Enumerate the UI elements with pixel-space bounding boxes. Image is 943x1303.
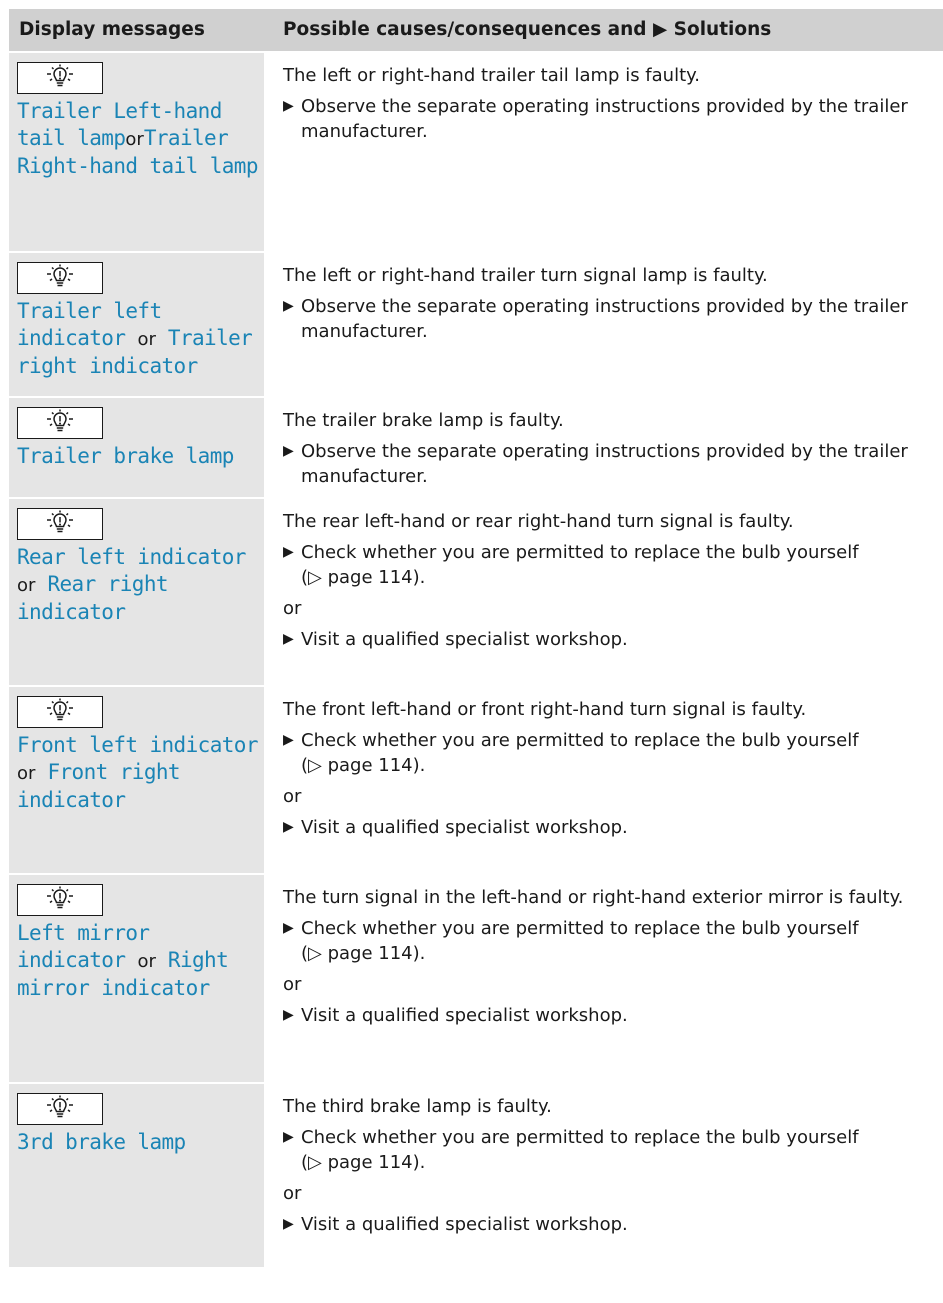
page-reference-link[interactable]: (▷ page 114). (301, 943, 425, 964)
solution-cell: The rear left-hand or rear right-hand tu… (264, 499, 943, 685)
solution-step: ▶ Visit a qualified specialist workshop. (283, 1212, 921, 1237)
solution-cell: The trailer brake lamp is faulty. ▶ Obser… (264, 398, 943, 497)
step-arrow-icon: ▶ (283, 920, 294, 936)
cause-text: The trailer brake lamp is faulty. (283, 410, 564, 431)
or-separator: or (17, 574, 36, 596)
display-message-cell: Trailer brake lamp (9, 398, 264, 497)
solution-step: ▶ Visit a qualified specialist workshop. (283, 815, 921, 840)
table-row: Trailer Left-hand tail lamporTrailer Rig… (9, 53, 943, 253)
table-header: Display messages Possible causes/consequ… (9, 9, 943, 53)
display-message: Trailer brake lamp (17, 443, 258, 470)
step-text: Check whether you are permitted to repla… (301, 918, 859, 939)
step-arrow-icon: ▶ (283, 1129, 294, 1145)
display-message: Front left indicator or Front right indi… (17, 732, 258, 814)
bulb-warning-icon (17, 262, 103, 294)
cause-text: The front left-hand or front right-hand … (283, 699, 807, 720)
or-text: or (283, 786, 302, 807)
step-arrow-icon: ▶ (283, 1007, 294, 1023)
header-display-messages: Display messages (19, 19, 205, 40)
solution-step: ▶ Visit a qualified specialist workshop. (283, 1003, 921, 1028)
bulb-warning-icon (17, 696, 103, 728)
display-message-cell: Trailer left indicator or Trailer right … (9, 253, 264, 396)
display-message-cell: Rear left indicator or Rear right indica… (9, 499, 264, 685)
solution-step: ▶ Check whether you are permitted to repl… (283, 916, 921, 966)
display-message: Trailer left indicator or Trailer right … (17, 298, 258, 380)
cause-text: The rear left-hand or rear right-hand tu… (283, 511, 794, 532)
message-rear-left-indicator: Rear left indicator (17, 545, 246, 569)
solution-step: ▶ Observe the separate operating instruct… (283, 94, 921, 144)
cause-text: The left or right-hand trailer tail lamp… (283, 65, 700, 86)
step-arrow-icon: ▶ (283, 298, 294, 314)
bulb-warning-icon (17, 62, 103, 94)
message-rear-right-indicator: Rear right indicator (17, 571, 169, 625)
or-separator: or (137, 328, 156, 350)
page-reference-link[interactable]: (▷ page 114). (301, 1152, 425, 1173)
display-message: Rear left indicator or Rear right indica… (17, 544, 258, 626)
display-messages-table: Display messages Possible causes/consequ… (9, 9, 943, 1269)
step-text: Visit a qualified specialist workshop. (301, 1214, 628, 1235)
bulb-warning-icon (17, 407, 103, 439)
or-text: or (283, 598, 302, 619)
step-arrow-icon: ▶ (283, 819, 294, 835)
solution-cell: The front left-hand or front right-hand … (264, 687, 943, 873)
solution-cell: The turn signal in the left-hand or righ… (264, 875, 943, 1082)
table-row: Front left indicator or Front right indi… (9, 687, 943, 875)
table-row: 3rd brake lamp The third brake lamp is f… (9, 1084, 943, 1269)
step-text: Observe the separate operating instructi… (301, 296, 908, 342)
display-message: 3rd brake lamp (17, 1129, 258, 1156)
cause-text: The turn signal in the left-hand or righ… (283, 887, 904, 908)
display-message: Left mirror indicator or Right mirror in… (17, 920, 258, 1002)
solution-step: ▶ Check whether you are permitted to repl… (283, 1125, 921, 1175)
or-separator: or (125, 128, 144, 150)
step-text: Visit a qualified specialist workshop. (301, 817, 628, 838)
solution-step: ▶ Observe the separate operating instruct… (283, 294, 921, 344)
table-row: Trailer brake lamp The trailer brake lam… (9, 398, 943, 499)
table-row: Rear left indicator or Rear right indica… (9, 499, 943, 687)
table-row: Trailer left indicator or Trailer right … (9, 253, 943, 398)
step-text: Visit a qualified specialist workshop. (301, 629, 628, 650)
solution-cell: The third brake lamp is faulty. ▶ Check w… (264, 1084, 943, 1267)
step-text: Observe the separate operating instructi… (301, 441, 908, 487)
step-arrow-icon: ▶ (283, 1216, 294, 1232)
step-text: Check whether you are permitted to repla… (301, 1127, 859, 1148)
display-message-cell: Trailer Left-hand tail lamporTrailer Rig… (9, 53, 264, 251)
display-message-cell: 3rd brake lamp (9, 1084, 264, 1267)
header-causes-solutions: Possible causes/consequences and ▶ Solut… (283, 19, 772, 40)
solution-cell: The left or right-hand trailer tail lamp… (264, 53, 943, 251)
table-row: Left mirror indicator or Right mirror in… (9, 875, 943, 1084)
or-separator: or (17, 762, 36, 784)
display-message: Trailer Left-hand tail lamporTrailer Rig… (17, 98, 258, 180)
step-arrow-icon: ▶ (283, 443, 294, 459)
display-message-cell: Left mirror indicator or Right mirror in… (9, 875, 264, 1082)
step-arrow-icon: ▶ (283, 98, 294, 114)
step-text: Check whether you are permitted to repla… (301, 730, 859, 751)
bulb-warning-icon (17, 508, 103, 540)
solution-step: ▶ Visit a qualified specialist workshop. (283, 627, 921, 652)
message-third-brake-lamp: 3rd brake lamp (17, 1130, 186, 1154)
step-text: Visit a qualified specialist workshop. (301, 1005, 628, 1026)
page-reference-link[interactable]: (▷ page 114). (301, 755, 425, 776)
solution-step: ▶ Check whether you are permitted to repl… (283, 540, 921, 590)
solution-step: ▶ Check whether you are permitted to repl… (283, 728, 921, 778)
message-left-mirror-indicator: Left mirror indicator (17, 921, 150, 972)
or-separator: or (137, 950, 156, 972)
page-reference-link[interactable]: (▷ page 114). (301, 567, 425, 588)
or-text: or (283, 1183, 302, 1204)
cause-text: The left or right-hand trailer turn sign… (283, 265, 768, 286)
bulb-warning-icon (17, 1093, 103, 1125)
step-arrow-icon: ▶ (283, 732, 294, 748)
step-arrow-icon: ▶ (283, 631, 294, 647)
step-text: Check whether you are permitted to repla… (301, 542, 859, 563)
solution-step: ▶ Observe the separate operating instruct… (283, 439, 921, 489)
step-arrow-icon: ▶ (283, 544, 294, 560)
cause-text: The third brake lamp is faulty. (283, 1096, 552, 1117)
message-front-left-indicator: Front left indicator (17, 733, 258, 757)
message-trailer-brake-lamp: Trailer brake lamp (17, 444, 234, 468)
step-text: Observe the separate operating instructi… (301, 96, 908, 142)
solution-cell: The left or right-hand trailer turn sign… (264, 253, 943, 396)
bulb-warning-icon (17, 884, 103, 916)
display-message-cell: Front left indicator or Front right indi… (9, 687, 264, 873)
or-text: or (283, 974, 302, 995)
message-front-right-indicator: Front right indicator (17, 759, 181, 813)
